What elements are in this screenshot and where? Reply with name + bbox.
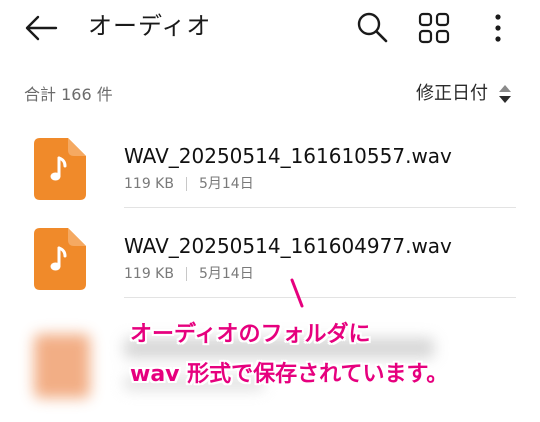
more-options-button[interactable] xyxy=(484,8,512,48)
search-button[interactable] xyxy=(352,8,392,48)
file-meta: 119 KB 5月14日 xyxy=(124,264,254,284)
back-arrow-icon xyxy=(25,15,58,41)
file-size: 119 KB xyxy=(124,176,174,192)
back-button[interactable] xyxy=(22,10,62,46)
annotation-pointer-line xyxy=(290,278,304,308)
app-bar: オーディオ xyxy=(0,0,540,56)
grid-view-button[interactable] xyxy=(414,8,454,48)
row-divider xyxy=(124,297,516,298)
file-row[interactable]: WAV_20250514_161610557.wav 119 KB 5月14日 xyxy=(0,120,540,208)
page-title: オーディオ xyxy=(88,12,212,40)
file-name: WAV_20250514_161610557.wav xyxy=(124,144,452,168)
music-note-file-icon xyxy=(34,228,86,290)
music-note-file-icon xyxy=(34,138,86,200)
file-date: 5月14日 xyxy=(198,266,254,282)
search-icon xyxy=(357,12,388,43)
row-divider xyxy=(124,207,516,208)
file-row[interactable]: WAV_20250514_161604977.wav 119 KB 5月14日 xyxy=(0,210,540,298)
file-date: 5月14日 xyxy=(198,176,254,192)
file-count-label: 合計 166 件 xyxy=(24,85,113,104)
sort-label: 修正日付 xyxy=(416,83,488,104)
meta-separator xyxy=(185,267,187,281)
blurred-file-icon xyxy=(34,334,90,398)
file-size: 119 KB xyxy=(124,266,174,282)
sort-control[interactable]: 修正日付 xyxy=(416,80,512,108)
annotation-text-line2: wav 形式で保存されています。 xyxy=(130,362,449,387)
file-meta: 119 KB 5月14日 xyxy=(124,174,254,194)
more-vert-icon xyxy=(495,14,501,42)
grid-view-icon xyxy=(418,12,450,44)
sort-arrows-icon xyxy=(499,85,511,103)
meta-separator xyxy=(185,177,187,191)
file-name: WAV_20250514_161604977.wav xyxy=(124,234,452,258)
annotation-text-line1: オーディオのフォルダに xyxy=(130,322,371,347)
